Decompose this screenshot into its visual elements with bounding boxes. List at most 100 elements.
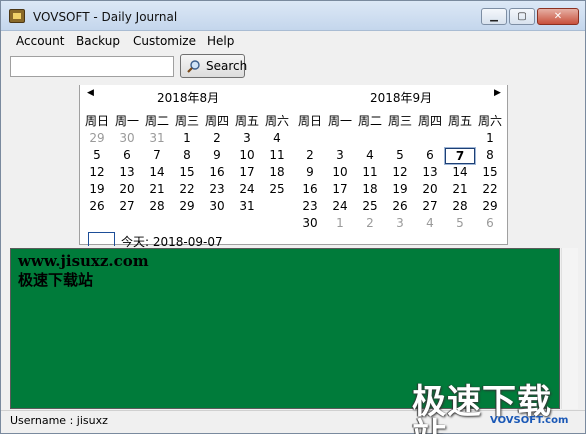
calendar-day[interactable]: 21 [445,182,475,196]
calendar-day[interactable]: 29 [475,199,505,213]
search-button[interactable]: Search [180,54,248,78]
calendar-day[interactable]: 2 [355,216,385,230]
calendar-day[interactable]: 30 [295,216,325,230]
calendar-day[interactable]: 28 [445,199,475,213]
calendar-day[interactable]: 19 [385,182,415,196]
calendar-day[interactable]: 24 [232,182,262,196]
calendar-day[interactable]: 9 [295,165,325,179]
close-icon: ✕ [553,11,563,22]
weekday-header: 周一 [114,114,139,128]
menu-help[interactable]: Help [207,34,234,48]
calendar-day[interactable]: 26 [82,199,112,213]
calendar-day[interactable]: 11 [355,165,385,179]
calendar-day[interactable]: 29 [82,131,112,145]
maximize-icon: ▢ [517,11,527,22]
calendar-day[interactable]: 15 [172,165,202,179]
calendar-day-selected[interactable]: 7 [444,147,476,165]
calendar-day[interactable]: 2 [202,131,232,145]
calendar-day[interactable]: 28 [142,199,172,213]
menu-account[interactable]: Account [16,34,64,48]
title-bar[interactable]: VOVSOFT - Daily Journal ▁ ▢ ✕ [1,1,585,31]
weekday-header: 周二 [144,114,169,128]
prev-month-arrow-icon[interactable]: ◀ [87,88,94,98]
calendar-day[interactable]: 27 [415,199,445,213]
next-month-arrow-icon[interactable]: ▶ [494,88,501,98]
calendar-day[interactable]: 11 [262,148,292,162]
calendar-day[interactable]: 30 [112,131,142,145]
calendar-day[interactable]: 18 [355,182,385,196]
app-window: VOVSOFT - Daily Journal ▁ ▢ ✕ Account Ba… [0,0,586,434]
calendar-day[interactable]: 4 [262,131,292,145]
weekday-header: 周六 [477,114,502,128]
calendar-day[interactable]: 27 [112,199,142,213]
calendar-day[interactable]: 2 [295,148,325,162]
calendar-day[interactable]: 1 [325,216,355,230]
maximize-button[interactable]: ▢ [509,8,535,25]
calendar-day[interactable]: 14 [445,165,475,179]
minimize-button[interactable]: ▁ [481,8,507,25]
menu-backup[interactable]: Backup [76,34,120,48]
calendar-day[interactable]: 5 [445,216,475,230]
calendar-day[interactable]: 14 [142,165,172,179]
weekday-header: 周日 [297,114,322,128]
calendar-day[interactable]: 13 [112,165,142,179]
calendar-day[interactable]: 17 [325,182,355,196]
calendar-day[interactable]: 30 [202,199,232,213]
calendar-day[interactable]: 4 [415,216,445,230]
close-button[interactable]: ✕ [537,8,579,25]
weekday-header: 周三 [174,114,199,128]
calendar-day[interactable]: 5 [82,148,112,162]
calendar-day[interactable]: 31 [232,199,262,213]
calendar-day[interactable]: 12 [82,165,112,179]
calendar-day[interactable]: 13 [415,165,445,179]
calendar-day[interactable]: 10 [232,148,262,162]
calendar-day[interactable]: 8 [172,148,202,162]
calendar-day[interactable]: 12 [385,165,415,179]
calendar-day[interactable]: 3 [325,148,355,162]
calendar-day[interactable]: 26 [385,199,415,213]
calendar-day[interactable]: 31 [142,131,172,145]
calendar-day[interactable]: 21 [142,182,172,196]
month-calendar[interactable]: ◀ ▶ 2018年8月 2018年9月 今天: 2018-09-07 周日 周一周… [79,85,508,249]
calendar-day[interactable]: 3 [385,216,415,230]
search-input[interactable] [10,56,174,77]
calendar-day[interactable]: 1 [475,131,505,145]
calendar-day[interactable]: 7 [142,148,172,162]
editor-line-2: 极速下载站 [18,271,94,289]
weekday-header: 周六 [264,114,289,128]
calendar-day[interactable]: 8 [475,148,505,162]
calendar-day[interactable]: 5 [385,148,415,162]
calendar-day[interactable]: 9 [202,148,232,162]
window-title: VOVSOFT - Daily Journal [33,10,178,24]
calendar-day[interactable]: 20 [415,182,445,196]
weekday-header: 周一 [327,114,352,128]
calendar-day[interactable]: 16 [295,182,325,196]
menu-customize[interactable]: Customize [133,34,196,48]
calendar-day[interactable]: 15 [475,165,505,179]
calendar-day[interactable]: 6 [475,216,505,230]
toolbar: Search [1,51,585,85]
calendar-day[interactable]: 1 [172,131,202,145]
calendar-day[interactable]: 29 [172,199,202,213]
weekday-header: 周二 [357,114,382,128]
month-title-2: 2018年9月 [370,91,433,105]
calendar-day[interactable]: 19 [82,182,112,196]
calendar-day[interactable]: 24 [325,199,355,213]
calendar-day[interactable]: 17 [232,165,262,179]
calendar-day[interactable]: 4 [355,148,385,162]
calendar-day[interactable]: 25 [262,182,292,196]
weekday-header: 周四 [204,114,229,128]
calendar-day[interactable]: 6 [112,148,142,162]
calendar-day[interactable]: 6 [415,148,445,162]
calendar-day[interactable]: 16 [202,165,232,179]
calendar-day[interactable]: 20 [112,182,142,196]
calendar-day[interactable]: 18 [262,165,292,179]
calendar-day[interactable]: 23 [202,182,232,196]
calendar-day[interactable]: 23 [295,199,325,213]
calendar-day[interactable]: 22 [475,182,505,196]
calendar-day[interactable]: 10 [325,165,355,179]
calendar-day[interactable]: 22 [172,182,202,196]
calendar-day[interactable]: 25 [355,199,385,213]
calendar-day[interactable]: 3 [232,131,262,145]
search-button-label: Search [206,59,248,73]
